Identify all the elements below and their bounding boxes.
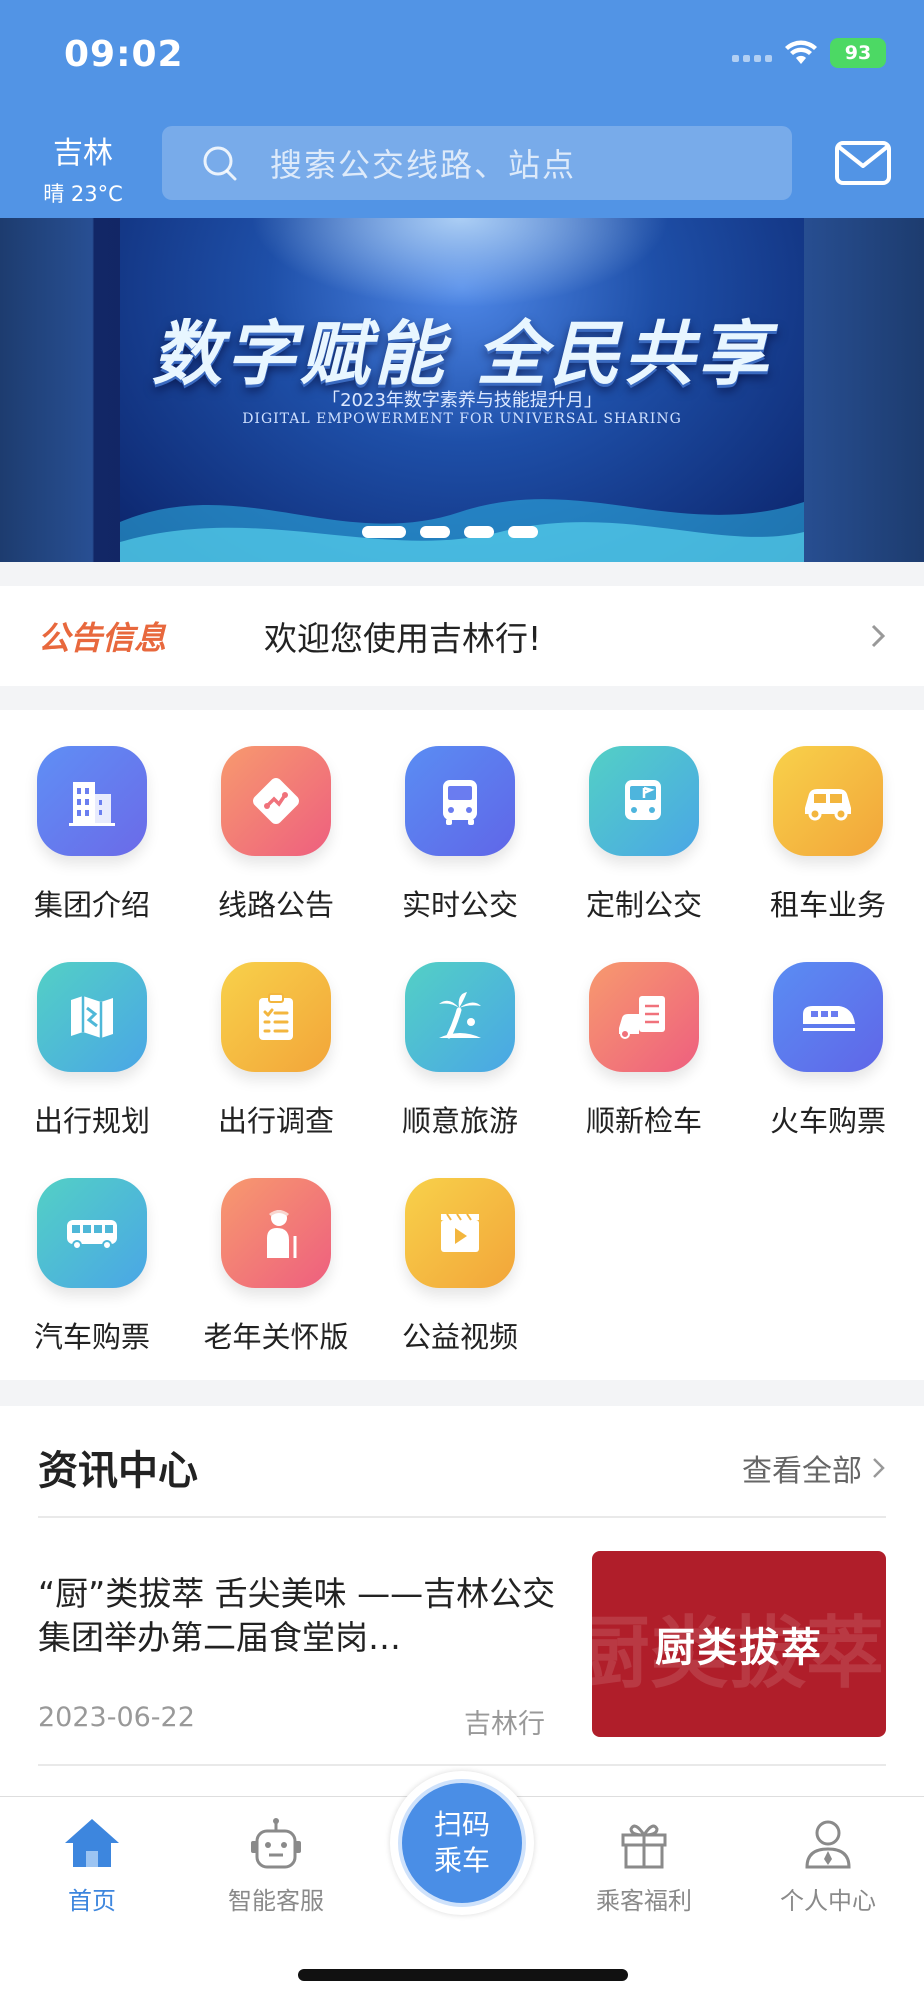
person-icon [805, 1820, 851, 1869]
banner-image: 数字赋能 全民共享 「2023年数字素养与技能提升月」 DIGITAL EMPO… [120, 218, 804, 562]
city-weather[interactable]: 吉林 晴 23°C [28, 128, 138, 208]
tab-label: 智能客服 [228, 1887, 324, 1915]
banner-dot[interactable] [464, 526, 494, 538]
palm-tree-icon [439, 992, 481, 1039]
service-label: 定制公交 [585, 888, 702, 922]
chevron-right-icon [871, 624, 886, 648]
banner-pagination[interactable] [362, 526, 538, 538]
tab-label: 个人中心 [780, 1887, 876, 1915]
service-label: 顺新检车 [585, 1104, 702, 1138]
route-sign-icon [253, 778, 299, 824]
service-train-tickets[interactable]: 火车购票 [736, 962, 920, 1140]
service-trip-planning[interactable]: 出行规划 [0, 962, 184, 1140]
service-vehicle-inspection[interactable]: 顺新检车 [552, 962, 736, 1140]
view-all-label: 查看全部 [742, 1454, 862, 1489]
cellular-signal-icon [732, 45, 772, 62]
battery-indicator: 93 [830, 38, 886, 68]
tab-label: 首页 [68, 1887, 116, 1915]
search-bar[interactable]: 搜索公交线路、站点 [162, 126, 792, 200]
thumbnail-text: 厨类拔萃 [655, 1625, 823, 1671]
banner-dot[interactable] [508, 526, 538, 538]
service-coach-tickets[interactable]: 汽车购票 [0, 1178, 184, 1356]
tab-home[interactable]: 首页 [0, 1811, 184, 1916]
notice-bar[interactable]: 公告信息 欢迎您使用吉林行! [0, 586, 924, 686]
scan-to-ride-button[interactable]: 扫码 乘车 [390, 1771, 534, 1915]
banner-wave-graphic [120, 499, 804, 562]
train-icon [803, 1006, 855, 1031]
car-icon [805, 789, 851, 821]
service-label: 汽车购票 [33, 1320, 150, 1354]
promo-banner[interactable]: 数字赋能 全民共享 「2023年数字素养与技能提升月」 DIGITAL EMPO… [0, 218, 924, 562]
service-route-notice[interactable]: 线路公告 [184, 746, 368, 924]
banner-dot-active[interactable] [362, 526, 406, 538]
chevron-right-icon [873, 1458, 885, 1478]
news-section: 资讯中心 查看全部 “厨”类拔萃 舌尖美味 ——吉林公交集团举办第二届食堂岗… … [0, 1406, 924, 1796]
article-thumbnail: 厨类拔萃 厨类拔萃 [592, 1551, 886, 1737]
service-label: 租车业务 [769, 888, 886, 922]
elderly-icon [267, 1210, 297, 1258]
gift-icon [621, 1824, 667, 1869]
city-name: 吉林 [53, 136, 113, 171]
banner-english: DIGITAL EMPOWERMENT FOR UNIVERSAL SHARIN… [242, 411, 682, 427]
status-time: 09:02 [64, 34, 184, 75]
service-grid: 集团介绍 线路公告 实时公交 定制公交 租车业务 出行规划 出行调查 顺意旅游 … [0, 710, 924, 1380]
service-realtime-bus[interactable]: 实时公交 [368, 746, 552, 924]
service-elderly-mode[interactable]: 老年关怀版 [184, 1178, 368, 1356]
top-header: 09:02 93 吉林 晴 23°C 搜索公交线路、站点 [0, 0, 924, 218]
service-group-intro[interactable]: 集团介绍 [0, 746, 184, 924]
home-indicator [298, 1969, 628, 1981]
service-label: 老年关怀版 [203, 1320, 349, 1354]
scan-label-line2: 乘车 [433, 1844, 490, 1877]
bus-front-icon [443, 780, 477, 825]
article-source: 吉林行 [464, 1709, 545, 1740]
service-label: 集团介绍 [33, 888, 150, 922]
car-inspection-icon [619, 996, 665, 1039]
coach-bus-icon [67, 1220, 117, 1250]
banner-dot[interactable] [420, 526, 450, 538]
scan-label-line1: 扫码 [433, 1808, 490, 1841]
search-placeholder: 搜索公交线路、站点 [270, 146, 577, 184]
service-travel-survey[interactable]: 出行调查 [184, 962, 368, 1140]
article-title: “厨”类拔萃 舌尖美味 ——吉林公交集团举办第二届食堂岗… [38, 1574, 556, 1657]
service-label: 出行调查 [217, 1104, 334, 1138]
service-label: 公益视频 [401, 1320, 518, 1354]
tab-label: 乘客福利 [596, 1887, 692, 1915]
service-label: 实时公交 [401, 888, 518, 922]
service-custom-bus[interactable]: 定制公交 [552, 746, 736, 924]
home-icon [65, 1819, 119, 1867]
service-charity-video[interactable]: 公益视频 [368, 1178, 552, 1356]
banner-subtitle: 「2023年数字素养与技能提升月」 [322, 390, 602, 411]
bottom-tab-bar: 首页 智能客服 扫码 乘车 乘客福利 个人中心 [0, 1771, 924, 2000]
tab-smart-service[interactable]: 智能客服 [184, 1811, 368, 1916]
status-icons: 93 [732, 38, 886, 68]
video-icon [441, 1213, 479, 1252]
building-icon [69, 782, 115, 826]
robot-icon [251, 1818, 301, 1869]
service-label: 火车购票 [769, 1104, 886, 1138]
article-date: 2023-06-22 [38, 1702, 195, 1733]
custom-bus-icon [625, 780, 661, 820]
tab-passenger-benefits[interactable]: 乘客福利 [552, 1811, 736, 1916]
notice-tag: 公告信息 [38, 619, 167, 657]
service-car-rental[interactable]: 租车业务 [736, 746, 920, 924]
search-icon [203, 146, 237, 181]
mail-icon[interactable] [834, 140, 892, 186]
service-tourism[interactable]: 顺意旅游 [368, 962, 552, 1140]
service-label: 顺意旅游 [401, 1104, 518, 1138]
notice-text: 欢迎您使用吉林行! [264, 619, 542, 658]
view-all-link[interactable]: 查看全部 [742, 1446, 886, 1490]
service-label: 出行规划 [33, 1104, 150, 1138]
banner-title: 数字赋能 全民共享 [151, 313, 773, 395]
tab-profile[interactable]: 个人中心 [736, 1811, 920, 1916]
divider [38, 1516, 886, 1518]
wifi-icon [785, 40, 817, 64]
divider [38, 1764, 886, 1766]
clipboard-icon [259, 993, 293, 1040]
map-icon [71, 996, 113, 1038]
service-label: 线路公告 [217, 888, 334, 922]
weather-text: 晴 23°C [43, 182, 123, 206]
news-section-title: 资讯中心 [38, 1448, 198, 1494]
